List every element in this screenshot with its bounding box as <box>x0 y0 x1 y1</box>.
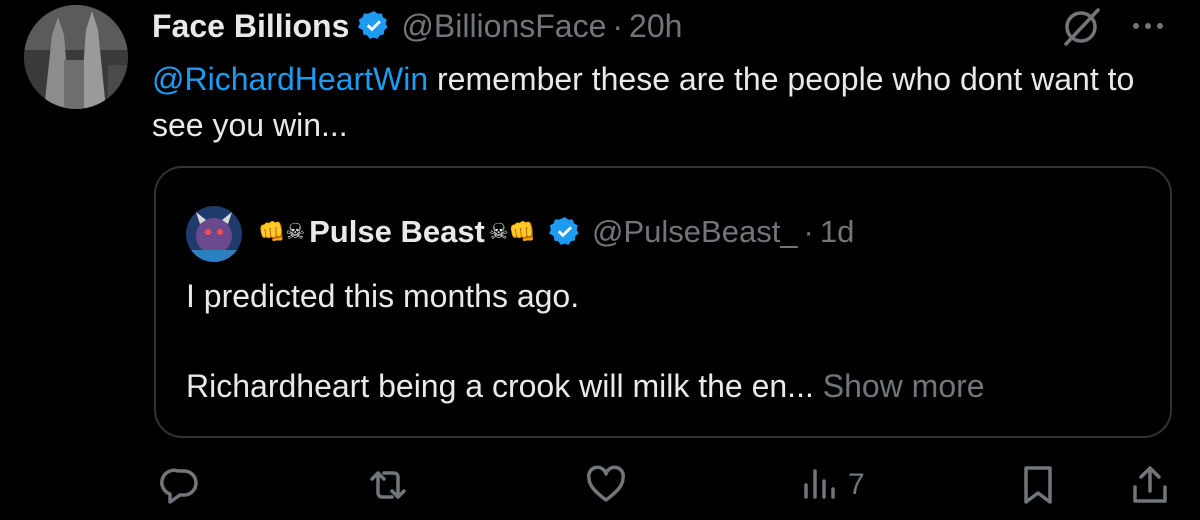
action-bar: 7 <box>0 452 1200 520</box>
show-more-link[interactable]: Show more <box>823 368 985 404</box>
author-name[interactable]: Face Billions <box>152 8 349 45</box>
retweet-icon <box>370 471 406 499</box>
bookmark-icon <box>1024 466 1052 504</box>
more-icon[interactable] <box>1124 6 1172 46</box>
author-avatar[interactable] <box>24 5 128 109</box>
views-button[interactable]: 7 <box>798 462 865 508</box>
like-button[interactable] <box>584 462 628 508</box>
retweet-button[interactable] <box>366 462 410 508</box>
reply-icon <box>160 468 198 504</box>
quoted-tweet[interactable]: 👊☠ Pulse Beast ☠👊 @PulseBeast_ · 1d I pr… <box>154 166 1172 438</box>
quoted-author-avatar[interactable] <box>186 206 242 262</box>
quoted-author-name[interactable]: Pulse Beast <box>309 214 485 250</box>
prefix-emoji: 👊☠ <box>258 219 306 245</box>
bookmark-button[interactable] <box>1016 462 1060 508</box>
tweet-text: @RichardHeartWin remember these are the … <box>152 56 1182 148</box>
author-handle[interactable]: @BillionsFace <box>401 8 606 45</box>
verified-badge-icon <box>549 217 579 245</box>
quoted-header: 👊☠ Pulse Beast ☠👊 @PulseBeast_ · 1d <box>254 210 854 254</box>
separator-dot: · <box>803 214 814 249</box>
views-icon <box>804 469 835 499</box>
verified-badge-icon <box>358 11 388 39</box>
quoted-text-truncated: Richardheart being a crook will milk the… <box>186 368 814 404</box>
mention-link[interactable]: @RichardHeartWin <box>152 61 428 97</box>
suffix-emoji: ☠👊 <box>488 219 537 245</box>
share-icon <box>1133 466 1167 503</box>
quoted-text-line2: Richardheart being a crook will milk the… <box>186 364 985 408</box>
tweet-header: Face Billions @BillionsFace · 20h <box>152 4 682 48</box>
like-icon <box>587 465 625 502</box>
quoted-author-handle[interactable]: @PulseBeast_ <box>592 214 798 250</box>
tweet-time[interactable]: 20h <box>629 8 682 45</box>
quoted-text-line1: I predicted this months ago. <box>186 278 580 314</box>
share-button[interactable] <box>1128 462 1172 508</box>
reply-button[interactable] <box>158 462 202 508</box>
views-count: 7 <box>848 468 865 501</box>
separator-dot: · <box>612 7 624 44</box>
quoted-time[interactable]: 1d <box>820 214 854 250</box>
grok-icon[interactable] <box>1060 6 1102 48</box>
